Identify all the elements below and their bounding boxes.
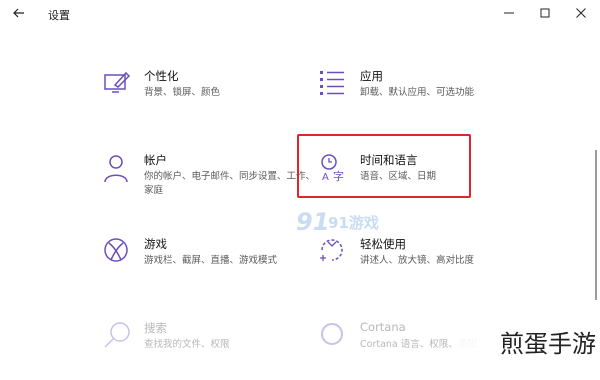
- watermark-corner-text: 煎蛋手游: [500, 330, 596, 358]
- xbox-icon: [104, 238, 128, 262]
- tile-personalization[interactable]: 个性化 背景、锁屏、颜色: [102, 68, 332, 128]
- highlight-box: [297, 134, 471, 198]
- tile-description: 你的帐户、电子邮件、同步设置、工作、家庭: [144, 171, 316, 196]
- tile-gaming[interactable]: 游戏 游戏栏、截屏、直播、游戏模式: [102, 236, 332, 296]
- cortana-icon: [321, 323, 343, 345]
- tile-name: 搜索: [144, 321, 167, 335]
- tile-description: 游戏栏、截屏、直播、游戏模式: [144, 255, 278, 266]
- watermark-corner: 煎蛋手游: [452, 316, 600, 362]
- tile-description: 卸载、默认应用、可选功能: [360, 87, 475, 98]
- scrollbar[interactable]: [595, 150, 597, 300]
- window-title: 设置: [48, 9, 70, 22]
- watermark-text: 91游戏: [328, 214, 379, 232]
- tile-name: Cortana: [360, 320, 406, 334]
- ease-of-access-icon: [320, 239, 343, 261]
- svg-text:91: 91: [296, 208, 329, 236]
- tile-name: 游戏: [144, 237, 167, 251]
- tile-description: 讲述人、放大镜、高对比度: [360, 255, 475, 266]
- tile-description: 背景、锁屏、颜色: [144, 87, 221, 98]
- tile-description: 查找我的文件、权限: [144, 339, 230, 350]
- apps-icon: [320, 71, 344, 95]
- tile-name: 应用: [360, 69, 383, 83]
- watermark-91-logo: 91 91游戏: [296, 208, 379, 236]
- title-bar: 设置: [0, 0, 600, 28]
- tile-search[interactable]: 搜索 查找我的文件、权限: [102, 320, 332, 380]
- tile-apps[interactable]: 应用 卸载、默认应用、可选功能: [318, 68, 548, 128]
- search-icon: [104, 322, 130, 348]
- back-arrow-icon[interactable]: [10, 4, 28, 22]
- maximize-icon[interactable]: [536, 4, 554, 22]
- minimize-icon[interactable]: [500, 4, 518, 22]
- tile-ease-of-access[interactable]: 轻松使用 讲述人、放大镜、高对比度: [318, 236, 548, 296]
- personalization-icon: [104, 71, 131, 93]
- account-icon: [104, 155, 128, 183]
- tile-name: 个性化: [144, 69, 179, 83]
- close-icon[interactable]: [572, 4, 590, 22]
- tile-name: 帐户: [144, 153, 167, 167]
